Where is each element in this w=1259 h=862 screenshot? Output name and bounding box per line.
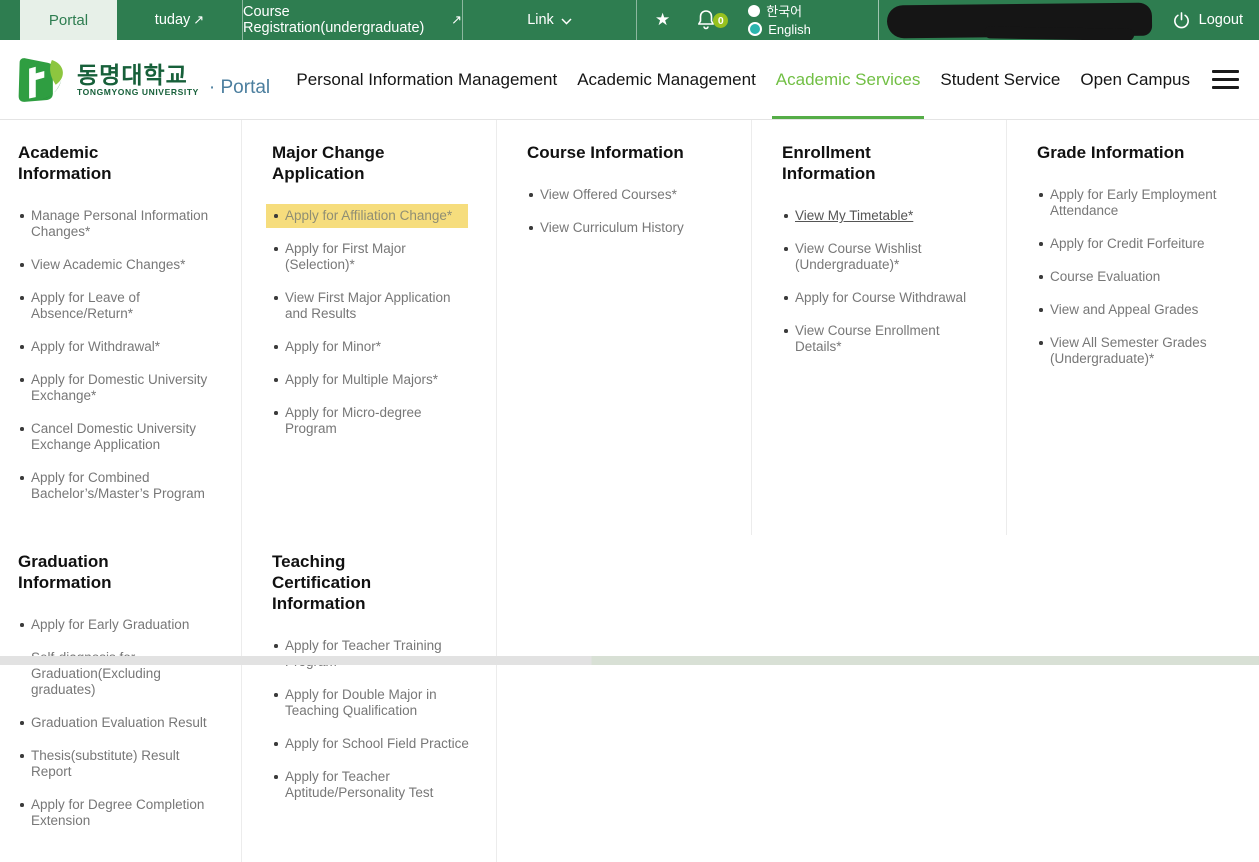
portal-tab[interactable]: Portal xyxy=(20,0,117,40)
university-logo-icon xyxy=(12,55,69,105)
language-label: English xyxy=(768,22,811,37)
redacted-user-info xyxy=(886,2,1151,38)
menu-item[interactable]: Apply for School Field Practice xyxy=(272,732,472,756)
menu-item[interactable]: Apply for Degree Completion Extension xyxy=(18,793,218,833)
menu-item[interactable]: View Academic Changes* xyxy=(18,253,218,277)
notifications-button[interactable]: 0 xyxy=(696,8,722,32)
menu-section-title: Major Change Application xyxy=(272,142,442,184)
chevron-down-icon xyxy=(561,18,572,25)
menu-item[interactable]: Apply for Double Major in Teaching Quali… xyxy=(272,683,472,723)
menu-list: Manage Personal Information Changes* View… xyxy=(18,204,221,506)
menu-row: Academic Information Manage Personal Info… xyxy=(0,120,1259,535)
menu-item[interactable]: View All Semester Grades (Undergraduate)… xyxy=(1037,331,1237,371)
menu-item[interactable]: Apply for Multiple Majors* xyxy=(272,368,472,392)
menu-item[interactable]: Apply for Early Graduation xyxy=(18,613,218,637)
logout-button[interactable]: Logout xyxy=(1172,11,1243,30)
menu-list: View Offered Courses* View Curriculum His… xyxy=(527,183,731,240)
portal-suffix-label: · Portal xyxy=(209,77,270,99)
topbar-link-label: Course Registration(undergraduate) xyxy=(243,4,448,36)
menu-item[interactable]: Apply for First Major (Selection)* xyxy=(272,237,472,277)
language-switcher: 한국어 English xyxy=(748,4,811,37)
topbar-link-label: tuday xyxy=(155,12,190,28)
academic-services-mega-menu: Academic Information Manage Personal Info… xyxy=(0,120,1259,862)
menu-item[interactable]: Apply for Teacher Aptitude/Personality T… xyxy=(272,765,472,805)
nav-academic-management[interactable]: Academic Management xyxy=(567,40,766,119)
menu-item[interactable]: Thesis(substitute) Result Report xyxy=(18,744,218,784)
menu-item[interactable]: Cancel Domestic University Exchange Appl… xyxy=(18,417,218,457)
topbar-link-course-registration-undergraduate[interactable]: Course Registration(undergraduate)↗ xyxy=(243,0,463,40)
page-bottom-strip xyxy=(0,656,1259,665)
header: 동명대학교 TONGMYONG UNIVERSITY · Portal Pers… xyxy=(0,40,1259,120)
menu-section-enrollment-information: Enrollment Information View My Timetable*… xyxy=(752,120,1007,535)
menu-section-title: Graduation Information xyxy=(18,551,188,593)
header-spacer xyxy=(270,40,286,119)
menu-item[interactable]: Apply for Minor* xyxy=(272,335,472,359)
menu-item[interactable]: Apply for Teacher Training Program xyxy=(272,634,472,674)
menu-item[interactable]: View and Appeal Grades xyxy=(1037,298,1237,322)
menu-item[interactable]: View Curriculum History xyxy=(527,216,727,240)
menu-item[interactable]: Self-diagnosis for Graduation(Excluding … xyxy=(18,646,218,702)
logout-label: Logout xyxy=(1199,12,1243,28)
topbar-link-tuday[interactable]: tuday↗ xyxy=(117,0,243,40)
menu-section-title: Teaching Certification Information xyxy=(272,551,442,614)
language-option-english[interactable]: English xyxy=(748,22,811,37)
menu-item[interactable]: View Course Wishlist (Undergraduate)* xyxy=(782,237,982,277)
menu-item[interactable]: Apply for Credit Forfeiture xyxy=(1037,232,1237,256)
menu-item[interactable]: Apply for Affiliation Change* xyxy=(266,204,468,228)
menu-item[interactable]: Manage Personal Information Changes* xyxy=(18,204,218,244)
menu-item[interactable]: View Course Enrollment Details* xyxy=(782,319,982,359)
topbar-link-link[interactable]: Link xyxy=(463,0,637,40)
menu-list: Apply for Early Employment Attendance App… xyxy=(1037,183,1239,371)
menu-row: Graduation Information Apply for Early Gr… xyxy=(0,535,1259,862)
university-logo[interactable]: 동명대학교 TONGMYONG UNIVERSITY xyxy=(12,40,199,119)
logo-text: 동명대학교 TONGMYONG UNIVERSITY xyxy=(77,63,199,97)
menu-section-teaching-certification-information: Teaching Certification Information Apply … xyxy=(242,535,497,862)
menu-item[interactable]: Apply for Withdrawal* xyxy=(18,335,218,359)
main-nav: Personal Information ManagementAcademic … xyxy=(286,40,1200,119)
menu-section-title: Grade Information xyxy=(1037,142,1207,163)
language-label: 한국어 xyxy=(766,4,802,19)
nav-open-campus[interactable]: Open Campus xyxy=(1070,40,1200,119)
notification-badge: 0 xyxy=(713,13,728,28)
menu-section-course-information: Course InformationView Offered Courses*V… xyxy=(497,120,752,535)
topbar-spacer xyxy=(811,0,878,40)
menu-item[interactable]: View Offered Courses* xyxy=(527,183,727,207)
menu-section-title: Academic Information xyxy=(18,142,188,184)
topbar-divider xyxy=(878,0,879,40)
radio-icon xyxy=(748,5,760,17)
menu-item[interactable]: Apply for Early Employment Attendance xyxy=(1037,183,1237,223)
external-link-icon: ↗ xyxy=(193,12,204,28)
menu-list: Apply for Early Graduation Self-diagnosis… xyxy=(18,613,221,833)
external-link-icon: ↗ xyxy=(451,12,462,28)
favorites-star-icon[interactable]: ★ xyxy=(655,10,670,30)
power-icon xyxy=(1172,11,1191,30)
logo-korean-name: 동명대학교 xyxy=(77,63,199,87)
nav-student-service[interactable]: Student Service xyxy=(930,40,1070,119)
radio-icon xyxy=(748,22,762,36)
menu-item[interactable]: Apply for Combined Bachelor’s/Master’s P… xyxy=(18,466,218,506)
nav-academic-services[interactable]: Academic Services xyxy=(766,40,931,119)
language-option-korean[interactable]: 한국어 xyxy=(748,4,811,19)
menu-section-title: Enrollment Information xyxy=(782,142,952,184)
menu-item[interactable]: Apply for Course Withdrawal xyxy=(782,286,982,310)
menu-item[interactable]: View First Major Application and Results xyxy=(272,286,472,326)
menu-item[interactable]: View My Timetable* xyxy=(782,204,982,228)
logo-english-name: TONGMYONG UNIVERSITY xyxy=(77,87,199,97)
menu-item[interactable]: Graduation Evaluation Result xyxy=(18,711,218,735)
menu-section-graduation-information: Graduation Information Apply for Early Gr… xyxy=(0,535,242,862)
menu-section-title: Course Information xyxy=(527,142,697,163)
menu-section-grade-information: Grade Information Apply for Early Employm… xyxy=(1007,120,1259,535)
menu-section-academic-information: Academic Information Manage Personal Info… xyxy=(0,120,242,535)
menu-item[interactable]: Apply for Leave of Absence/Return* xyxy=(18,286,218,326)
hamburger-menu-icon[interactable] xyxy=(1212,70,1239,89)
menu-item[interactable]: Course Evaluation xyxy=(1037,265,1237,289)
topbar: Portal tuday↗Course Registration(undergr… xyxy=(0,0,1259,40)
menu-item[interactable]: Apply for Micro-degree Program xyxy=(272,401,472,441)
topbar-link-label: Link xyxy=(527,12,554,28)
menu-list: Apply for Affiliation Change*Apply for F… xyxy=(272,204,476,441)
nav-personal-information-management[interactable]: Personal Information Management xyxy=(286,40,567,119)
menu-list: View My Timetable* View Course Wishlist (… xyxy=(782,204,986,359)
menu-item[interactable]: Apply for Domestic University Exchange* xyxy=(18,368,218,408)
menu-section-major-change-application: Major Change Application Apply for Affili… xyxy=(242,120,497,535)
